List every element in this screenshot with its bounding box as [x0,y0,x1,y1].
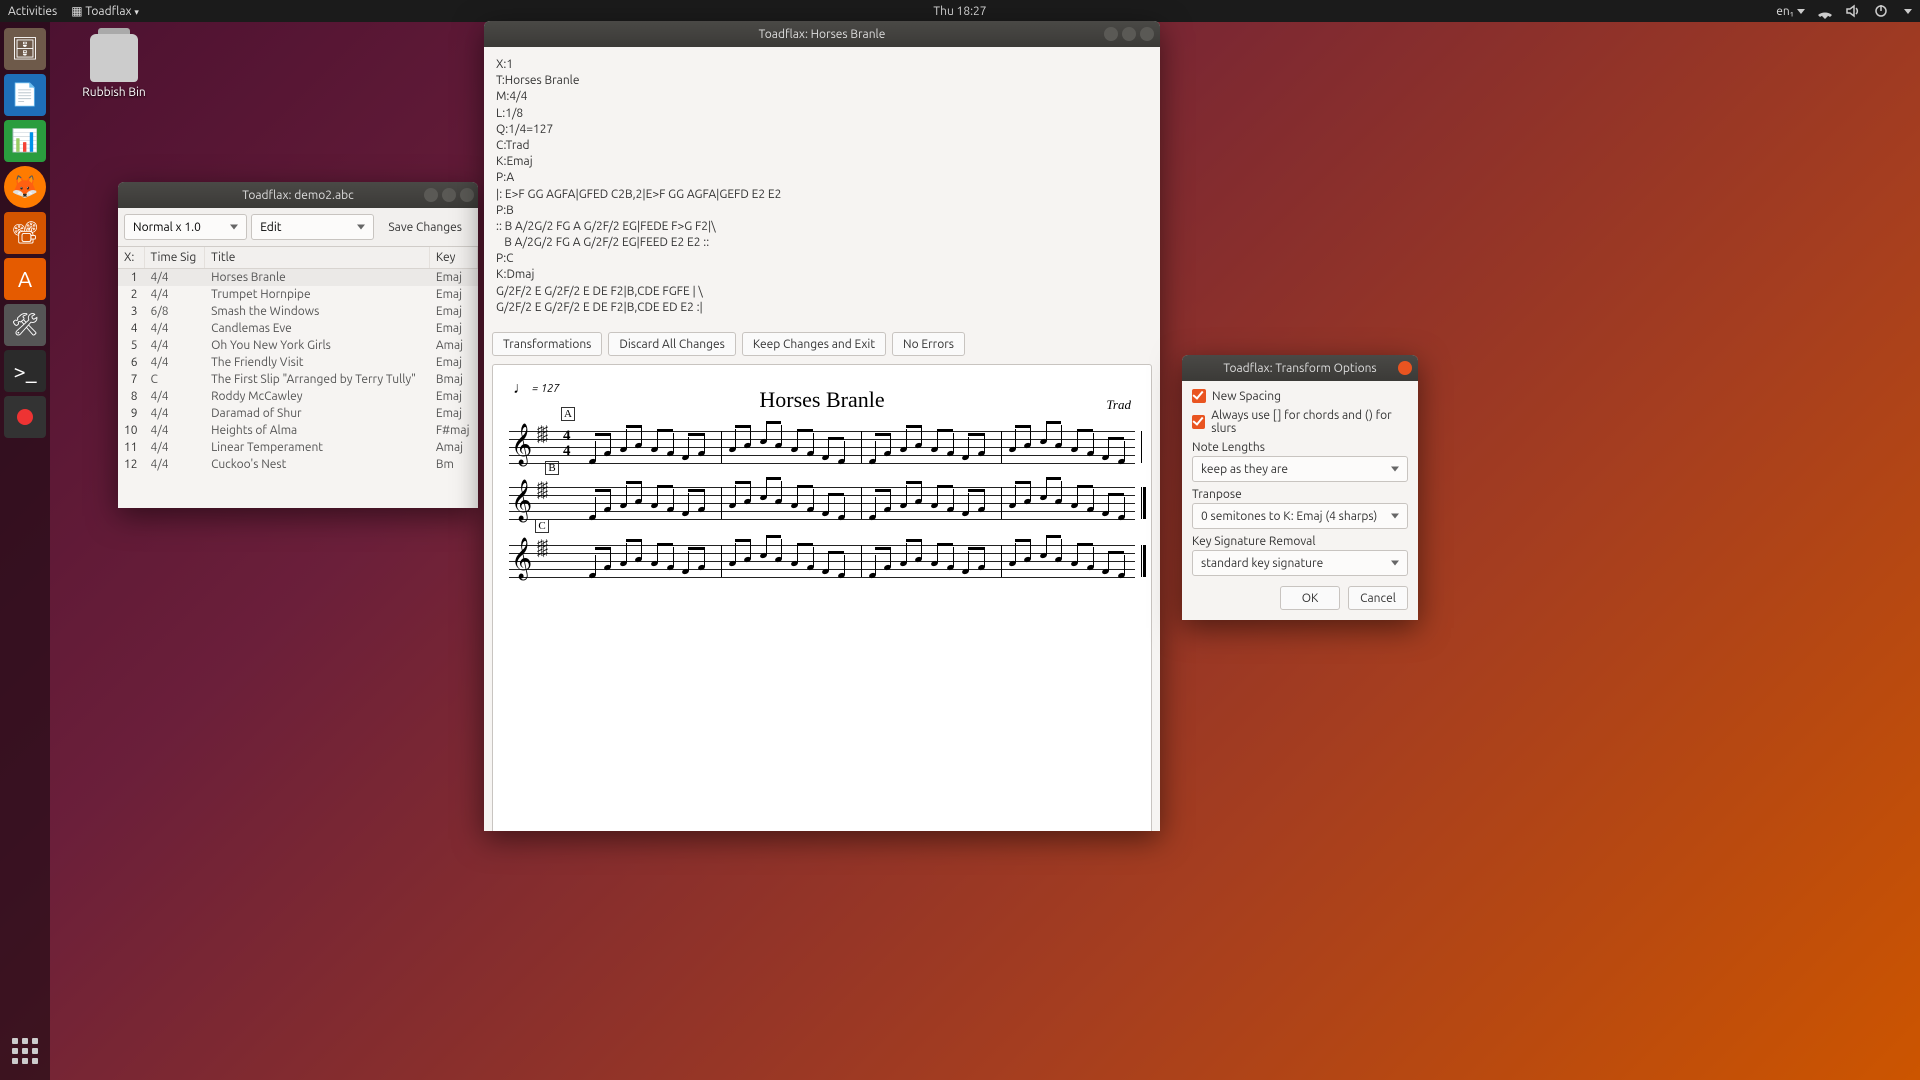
clock[interactable]: Thu 18:27 [933,5,986,18]
tempo-marking: ♩= 127 [513,379,559,398]
score-title: Horses Branle [509,387,1135,413]
keysig-removal-label: Key Signature Removal [1192,535,1408,548]
show-applications[interactable] [4,1030,46,1072]
launcher-dock: 🗄 📄 📊 🦊 📽 A 🛠 >_ [0,22,50,1080]
software-launcher[interactable]: A [4,258,46,300]
editor-titlebar[interactable]: Toadflax: Horses Branle [484,21,1160,47]
system-menu-chevron[interactable] [1904,9,1912,14]
firefox-launcher[interactable]: 🦊 [4,166,46,208]
table-row[interactable]: 104/4Heights of AlmaF#maj [118,422,478,439]
volume-icon[interactable] [1845,3,1861,19]
col-timesig[interactable]: Time Sig [144,247,205,269]
record-launcher[interactable] [4,396,46,438]
gnome-top-bar: Activities ▦ Toadflax Thu 18:27 en₁ [0,0,1920,22]
table-row[interactable]: 84/4Roddy McCawleyEmaj [118,388,478,405]
maximize-button[interactable] [442,188,456,202]
keep-exit-button[interactable]: Keep Changes and Exit [742,332,886,356]
close-button[interactable] [1140,27,1154,41]
table-row[interactable]: 14/4Horses BranleEmaj [118,269,478,287]
files-launcher[interactable]: 🗄 [4,28,46,70]
minimize-button[interactable] [424,188,438,202]
impress-launcher[interactable]: 📽 [4,212,46,254]
table-row[interactable]: 94/4Daramad of ShurEmaj [118,405,478,422]
app-menu[interactable]: ▦ Toadflax [71,4,139,18]
calc-launcher[interactable]: 📊 [4,120,46,162]
tune-list-title: Toadflax: demo2.abc [242,189,353,202]
errors-button[interactable]: No Errors [892,332,965,356]
tune-table: X: Time Sig Title Key 14/4Horses BranleE… [118,247,478,473]
col-key[interactable]: Key [429,247,477,269]
writer-launcher[interactable]: 📄 [4,74,46,116]
table-row[interactable]: 36/8Smash the WindowsEmaj [118,303,478,320]
trash-label: Rubbish Bin [74,86,154,99]
network-icon[interactable] [1817,3,1833,19]
close-button[interactable] [460,188,474,202]
terminal-launcher[interactable]: >_ [4,350,46,392]
note-lengths-label: Note Lengths [1192,441,1408,454]
col-title[interactable]: Title [205,247,430,269]
new-spacing-checkbox[interactable] [1192,389,1206,403]
power-icon[interactable] [1873,3,1889,19]
input-source-indicator[interactable]: en₁ [1776,5,1805,18]
transform-options-dialog: Toadflax: Transform Options New Spacing … [1182,355,1418,620]
settings-launcher[interactable]: 🛠 [4,304,46,346]
new-spacing-label: New Spacing [1212,390,1281,403]
transform-title: Toadflax: Transform Options [1223,362,1376,375]
app-menu-icon: ▦ [71,5,82,18]
score-preview: ♩= 127 Horses Branle Trad A B C 𝄞♯♯♯♯44 … [492,364,1152,831]
close-button[interactable] [1398,361,1412,375]
col-x[interactable]: X: [118,247,144,269]
abc-source-text[interactable]: X:1 T:Horses Branle M:4/4 L:1/8 Q:1/4=12… [484,47,1160,326]
rehearsal-mark-c: C [535,519,549,533]
table-row[interactable]: 24/4Trumpet HornpipeEmaj [118,286,478,303]
zoom-combo[interactable]: Normal x 1.0 [124,214,247,240]
staff-line-b: 𝄞♯♯♯♯ [509,487,1135,519]
transpose-combo[interactable]: 0 semitones to K: Emaj (4 sharps) [1192,503,1408,529]
maximize-button[interactable] [1122,27,1136,41]
table-row[interactable]: 7CThe First Slip "Arranged by Terry Tull… [118,371,478,388]
ok-button[interactable]: OK [1280,586,1340,610]
table-row[interactable]: 114/4Linear TemperamentAmaj [118,439,478,456]
trash-desktop-icon[interactable]: Rubbish Bin [74,34,154,99]
table-row[interactable]: 64/4The Friendly VisitEmaj [118,354,478,371]
app-menu-label: Toadflax [85,5,131,18]
trash-icon [90,34,138,82]
tune-list-window: Toadflax: demo2.abc Normal x 1.0 Edit Sa… [118,182,478,508]
tune-list-titlebar[interactable]: Toadflax: demo2.abc [118,182,478,208]
transform-titlebar[interactable]: Toadflax: Transform Options [1182,355,1418,381]
mode-combo[interactable]: Edit [251,214,374,240]
tune-list-toolbar: Normal x 1.0 Edit Save Changes [118,208,478,247]
transformations-button[interactable]: Transformations [492,332,602,356]
discard-button[interactable]: Discard All Changes [608,332,735,356]
editor-toolbar: Transformations Discard All Changes Keep… [484,326,1160,362]
table-row[interactable]: 124/4Cuckoo's NestBm [118,456,478,473]
staff-line-c: 𝄞♯♯♯♯ [509,545,1135,577]
score-composer: Trad [1106,397,1131,413]
brackets-label: Always use [] for chords and () for slur… [1211,409,1408,435]
minimize-button[interactable] [1104,27,1118,41]
brackets-checkbox[interactable] [1192,415,1205,429]
activities-button[interactable]: Activities [8,5,57,18]
transpose-label: Tranpose [1192,488,1408,501]
staff-line-a: 𝄞♯♯♯♯44 [509,431,1135,463]
table-row[interactable]: 54/4Oh You New York GirlsAmaj [118,337,478,354]
save-changes-button[interactable]: Save Changes [378,214,472,240]
rehearsal-mark-a: A [561,407,575,421]
tune-editor-window: Toadflax: Horses Branle X:1 T:Horses Bra… [484,21,1160,831]
keysig-removal-combo[interactable]: standard key signature [1192,550,1408,576]
cancel-button[interactable]: Cancel [1348,586,1408,610]
editor-title: Toadflax: Horses Branle [759,28,886,41]
table-row[interactable]: 44/4Candlemas EveEmaj [118,320,478,337]
note-lengths-combo[interactable]: keep as they are [1192,456,1408,482]
